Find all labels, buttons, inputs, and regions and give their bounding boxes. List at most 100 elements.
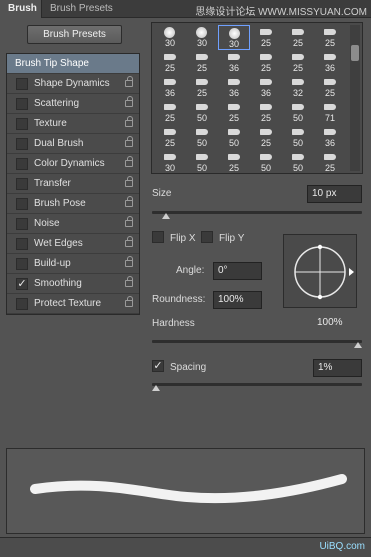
list-item[interactable]: Scattering (7, 94, 139, 114)
lock-icon[interactable] (125, 176, 133, 187)
checkbox[interactable] (16, 118, 28, 130)
brush-size-label: 25 (324, 38, 335, 48)
brush-tip-cell[interactable]: 36 (250, 75, 282, 100)
list-item[interactable]: Protect Texture (7, 294, 139, 314)
brush-tip-cell[interactable]: 32 (282, 75, 314, 100)
lock-icon[interactable] (125, 256, 133, 267)
brush-tip-cell[interactable]: 25 (218, 100, 250, 125)
brush-tip-cell[interactable]: 25 (186, 50, 218, 75)
brush-tip-cell[interactable]: 30 (154, 25, 186, 50)
checked-checkbox[interactable]: ✓ (16, 278, 28, 290)
check-icon: ✓ (153, 360, 163, 372)
checkbox[interactable] (16, 258, 28, 270)
size-slider-knob[interactable] (162, 213, 171, 220)
brush-tip-cell[interactable]: 25 (250, 25, 282, 50)
spacing-field[interactable]: 1% (313, 359, 362, 377)
angle-roundness-dial[interactable] (283, 234, 357, 308)
checkbox[interactable] (16, 238, 28, 250)
checkbox[interactable] (16, 158, 28, 170)
list-item[interactable]: Texture (7, 114, 139, 134)
list-item[interactable]: Brush Pose (7, 194, 139, 214)
list-item[interactable]: ✓ Smoothing (7, 274, 139, 294)
brush-tip-cell[interactable]: 25 (154, 50, 186, 75)
brush-tip-cell[interactable]: 50 (186, 100, 218, 125)
lock-icon[interactable] (125, 96, 133, 107)
list-item[interactable]: Dual Brush (7, 134, 139, 154)
brush-tip-cell[interactable]: 50 (186, 150, 218, 173)
brush-tip-cell[interactable]: 25 (186, 75, 218, 100)
list-item[interactable]: Shape Dynamics (7, 74, 139, 94)
checkbox[interactable] (16, 98, 28, 110)
brush-tip-cell[interactable]: 50 (282, 125, 314, 150)
lock-icon[interactable] (125, 156, 133, 167)
checkbox[interactable] (16, 138, 28, 150)
lock-icon[interactable] (125, 276, 133, 287)
list-item[interactable]: Wet Edges (7, 234, 139, 254)
brush-tip-cell[interactable]: 25 (314, 150, 346, 173)
brush-tip-cell[interactable]: 30 (154, 150, 186, 173)
list-item[interactable]: Noise (7, 214, 139, 234)
brush-tip-cell[interactable]: 71 (314, 100, 346, 125)
lock-icon[interactable] (125, 76, 133, 87)
brush-tip-cell[interactable]: 36 (154, 75, 186, 100)
brush-size-label: 36 (260, 88, 271, 98)
hardness-slider-knob[interactable] (354, 342, 363, 349)
brush-tip-cell[interactable]: 25 (282, 50, 314, 75)
stroke-preview (6, 448, 365, 534)
lock-icon[interactable] (125, 296, 133, 307)
brush-tip-cell[interactable]: 36 (218, 50, 250, 75)
brush-tip-cell[interactable]: 50 (250, 150, 282, 173)
list-item-brush-tip-shape[interactable]: Brush Tip Shape (7, 54, 139, 74)
spacing-checkbox[interactable]: ✓ (152, 360, 164, 372)
grid-scrollbar[interactable] (350, 25, 360, 171)
brush-tip-cell[interactable]: 36 (218, 75, 250, 100)
list-item[interactable]: Color Dynamics (7, 154, 139, 174)
size-slider-track[interactable] (152, 211, 362, 214)
checkbox[interactable] (16, 298, 28, 310)
lock-icon[interactable] (125, 136, 133, 147)
brush-tip-cell[interactable]: 25 (154, 125, 186, 150)
scroll-thumb[interactable] (351, 45, 359, 61)
spacing-slider-knob[interactable] (152, 385, 161, 392)
hardness-field[interactable]: 100% (313, 315, 362, 333)
list-item[interactable]: Build-up (7, 254, 139, 274)
brush-tip-icon (164, 129, 176, 135)
brush-tip-cell[interactable]: 36 (314, 125, 346, 150)
brush-tip-cell[interactable]: 25 (314, 25, 346, 50)
brush-tip-cell[interactable]: 25 (282, 25, 314, 50)
lock-icon[interactable] (125, 116, 133, 127)
brush-tip-cell[interactable]: 25 (314, 75, 346, 100)
tab-brush-presets[interactable]: Brush Presets (42, 0, 121, 18)
brush-tip-cell[interactable]: 36 (314, 50, 346, 75)
brush-tip-cell[interactable]: 25 (250, 50, 282, 75)
checkbox[interactable] (16, 78, 28, 90)
brush-tip-cell[interactable]: 50 (186, 125, 218, 150)
size-field[interactable]: 10 px (307, 185, 362, 203)
brush-size-label: 30 (164, 163, 175, 173)
brush-tip-cell[interactable]: 25 (154, 100, 186, 125)
checkbox[interactable] (16, 178, 28, 190)
brush-tip-cell[interactable]: 50 (282, 150, 314, 173)
angle-field[interactable]: 0° (213, 262, 262, 280)
lock-icon[interactable] (125, 196, 133, 207)
flip-x-checkbox[interactable] (152, 231, 164, 243)
brush-tip-cell[interactable]: 30 (186, 25, 218, 50)
brush-tip-cell[interactable]: 25 (250, 100, 282, 125)
brush-tip-cell[interactable]: 50 (218, 125, 250, 150)
brush-tip-icon (196, 54, 208, 60)
brush-tip-cell[interactable]: 25 (218, 150, 250, 173)
checkbox[interactable] (16, 198, 28, 210)
tab-brush[interactable]: Brush (0, 0, 42, 18)
brush-tip-cell[interactable]: 50 (282, 100, 314, 125)
brush-presets-button[interactable]: Brush Presets (27, 25, 122, 44)
brush-tip-cell[interactable]: 30 (218, 25, 250, 50)
list-item[interactable]: Transfer (7, 174, 139, 194)
brush-tip-cell[interactable]: 25 (250, 125, 282, 150)
flip-y-checkbox[interactable] (201, 231, 213, 243)
checkbox[interactable] (16, 218, 28, 230)
lock-icon[interactable] (125, 216, 133, 227)
lock-icon[interactable] (125, 236, 133, 247)
hardness-slider-track[interactable] (152, 340, 362, 343)
spacing-slider-track[interactable] (152, 383, 362, 386)
roundness-field[interactable]: 100% (213, 291, 262, 309)
